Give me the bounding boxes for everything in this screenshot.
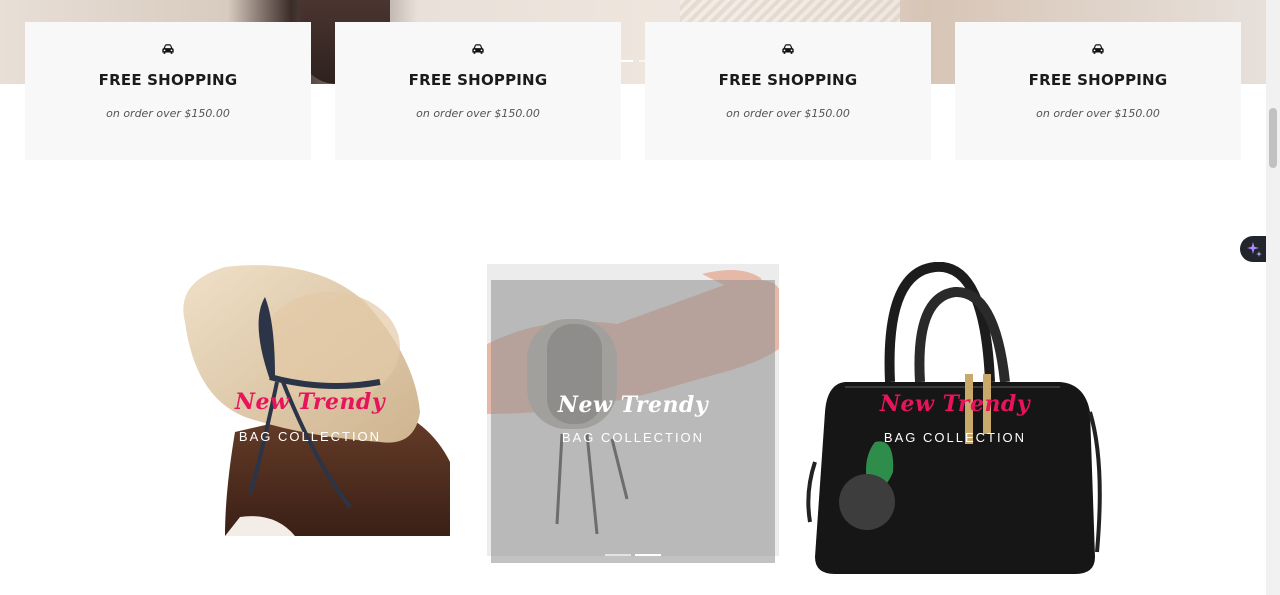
card-dot[interactable] (605, 554, 631, 556)
car-icon (782, 44, 794, 54)
collection-card-hat[interactable]: New Trendy BAG COLLECTION (165, 262, 455, 562)
feature-box: FREE SHOPPING on order over $150.00 (335, 22, 621, 160)
feature-box: FREE SHOPPING on order over $150.00 (25, 22, 311, 160)
car-icon (1092, 44, 1104, 54)
collection-subtitle: BAG COLLECTION (883, 430, 1027, 445)
collection-subtitle: BAG COLLECTION (561, 430, 705, 445)
scrollbar-thumb[interactable] (1269, 108, 1277, 168)
car-icon (472, 44, 484, 54)
black-handbag-image (806, 262, 1102, 574)
collection-subtitle: BAG COLLECTION (238, 429, 382, 444)
feature-box: FREE SHOPPING on order over $150.00 (955, 22, 1241, 160)
feature-subtitle: on order over $150.00 (416, 107, 540, 120)
features-row: FREE SHOPPING on order over $150.00 FREE… (25, 22, 1241, 160)
collection-title: New Trendy (234, 389, 386, 415)
collection-card-bracelet[interactable]: New Trendy BAG COLLECTION (487, 264, 779, 564)
feature-subtitle: on order over $150.00 (1036, 107, 1160, 120)
feature-title: FREE SHOPPING (1028, 71, 1168, 89)
feature-subtitle: on order over $150.00 (726, 107, 850, 120)
ai-assistant-button[interactable] (1240, 236, 1268, 262)
feature-title: FREE SHOPPING (718, 71, 858, 89)
feature-subtitle: on order over $150.00 (106, 107, 230, 120)
sparkle-icon (1247, 242, 1262, 257)
feature-title: FREE SHOPPING (408, 71, 548, 89)
car-icon (162, 44, 174, 54)
card-dot-active[interactable] (635, 554, 661, 556)
feature-title: FREE SHOPPING (98, 71, 238, 89)
collection-card-handbag[interactable]: New Trendy BAG COLLECTION (805, 262, 1105, 582)
feature-box: FREE SHOPPING on order over $150.00 (645, 22, 931, 160)
page-scrollbar[interactable] (1266, 0, 1280, 595)
collection-title: New Trendy (557, 392, 709, 418)
card-slider-dots (605, 554, 661, 556)
collection-title: New Trendy (879, 391, 1031, 417)
